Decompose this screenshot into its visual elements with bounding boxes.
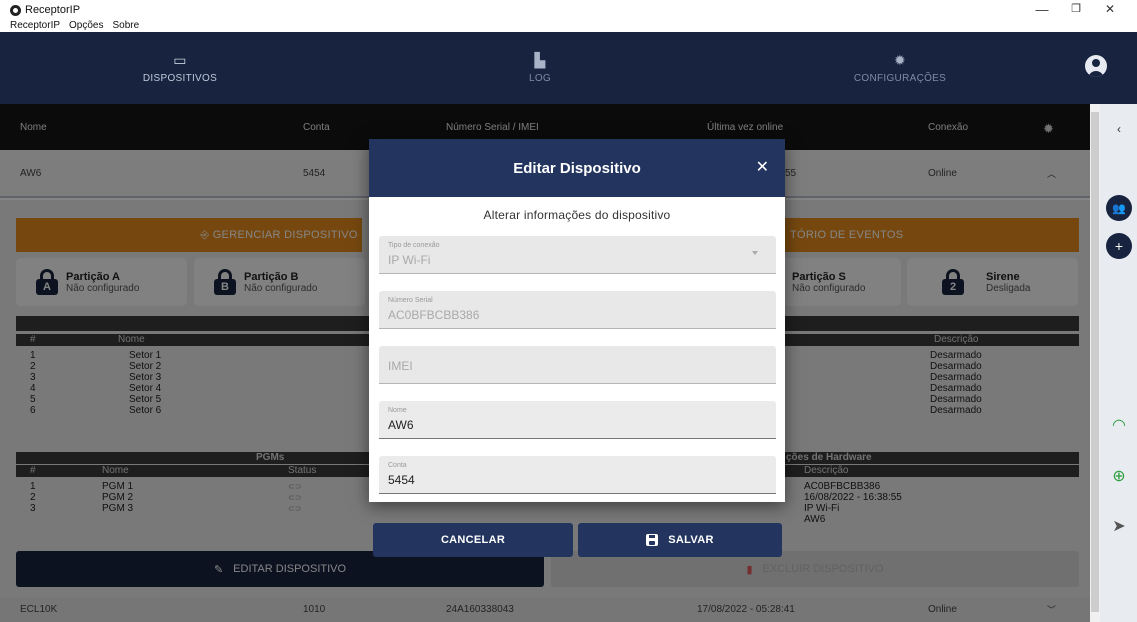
tab-configuracoes[interactable]: ✹ CONFIGURAÇÕES xyxy=(720,32,1080,104)
serial-number-value: AC0BFBCBB386 xyxy=(388,308,480,322)
minimize-button[interactable]: — xyxy=(1032,2,1052,17)
wifi-icon: ◠ xyxy=(1112,417,1126,434)
devices-icon: ▭ xyxy=(173,52,187,68)
title-bar: ReceptorIP — ❐ ✕ xyxy=(0,0,1137,20)
add-icon[interactable]: + xyxy=(1106,233,1132,259)
tab-log-label: LOG xyxy=(528,73,552,84)
tab-log[interactable]: ▙ LOG xyxy=(360,32,720,104)
tab-configuracoes-label: CONFIGURAÇÕES xyxy=(853,73,947,84)
connection-type-value: IP Wi-Fi xyxy=(388,253,431,267)
imei-field[interactable]: IMEI xyxy=(379,346,776,384)
connection-type-select[interactable]: Tipo de conexão IP Wi-Fi xyxy=(379,236,776,274)
edit-device-dialog: Editar Dispositivo ✕ Alterar informações… xyxy=(369,139,785,502)
dialog-header: Editar Dispositivo ✕ xyxy=(369,139,785,197)
scrollbar[interactable] xyxy=(1090,104,1100,622)
tab-dispositivos[interactable]: ▭ DISPOSITIVOS xyxy=(0,32,360,104)
app-logo-icon xyxy=(10,4,21,16)
name-value: AW6 xyxy=(388,418,414,432)
cancel-label: CANCELAR xyxy=(440,534,506,546)
account-field[interactable]: Conta 5454 xyxy=(379,456,776,494)
users-icon[interactable]: 👥 xyxy=(1106,195,1132,221)
serial-number-field[interactable]: Número Serial AC0BFBCBB386 xyxy=(379,291,776,329)
cancel-button[interactable]: CANCELAR xyxy=(373,523,573,557)
menu-receptorip[interactable]: ReceptorIP xyxy=(10,20,60,32)
account-value: 5454 xyxy=(388,473,415,487)
serial-number-label: Número Serial xyxy=(388,297,433,304)
account-icon[interactable] xyxy=(1085,55,1107,77)
right-sidebar xyxy=(1100,104,1137,622)
dialog-subtitle: Alterar informações do dispositivo xyxy=(483,208,671,222)
close-window-button[interactable]: ✕ xyxy=(1100,2,1120,16)
name-field[interactable]: Nome AW6 xyxy=(379,401,776,439)
name-label: Nome xyxy=(388,407,407,414)
maximize-button[interactable]: ❐ xyxy=(1066,2,1086,15)
collapse-chevron-icon[interactable]: ‹ xyxy=(1102,122,1136,136)
app-window: ReceptorIP — ❐ ✕ ReceptorIP Opções Sobre… xyxy=(0,0,1137,622)
globe-icon: ⊕ xyxy=(1112,468,1126,485)
menu-opcoes[interactable]: Opções xyxy=(69,20,103,32)
menu-bar: ReceptorIP Opções Sobre xyxy=(0,20,1100,32)
dialog-title: Editar Dispositivo xyxy=(513,159,641,177)
window-title: ReceptorIP xyxy=(25,4,81,16)
save-icon xyxy=(646,534,659,546)
log-icon: ▙ xyxy=(534,52,546,68)
menu-sobre[interactable]: Sobre xyxy=(113,20,140,32)
dialog-close-icon[interactable]: ✕ xyxy=(756,157,769,177)
account-label: Conta xyxy=(388,462,407,469)
dropdown-caret-icon xyxy=(752,251,758,255)
scrollbar-thumb[interactable] xyxy=(1091,112,1099,612)
top-navigation: ▭ DISPOSITIVOS ▙ LOG ✹ CONFIGURAÇÕES xyxy=(0,32,1137,104)
tab-dispositivos-label: DISPOSITIVOS xyxy=(142,73,218,84)
save-label: SALVAR xyxy=(668,534,714,546)
save-button[interactable]: SALVAR xyxy=(578,523,782,557)
gear-icon: ✹ xyxy=(893,52,907,68)
connection-type-label: Tipo de conexão xyxy=(388,242,440,249)
imei-placeholder: IMEI xyxy=(388,359,413,373)
send-icon[interactable]: ➤ xyxy=(1102,516,1136,536)
